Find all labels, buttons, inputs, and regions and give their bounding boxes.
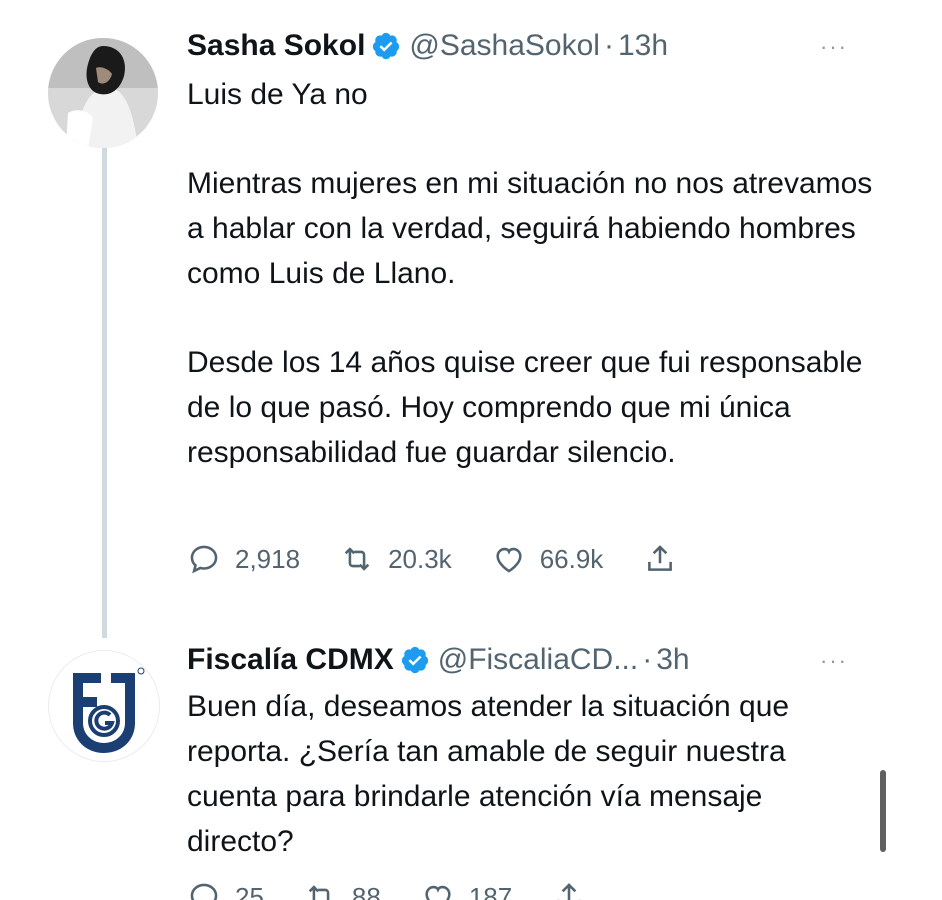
share-button[interactable]	[643, 542, 691, 576]
fiscalia-logo	[49, 651, 159, 761]
tweet-fiscalia-cdmx[interactable]: Fiscalía CDMX @FiscaliaCD... · 3h ··· Bu…	[0, 640, 942, 900]
author-name[interactable]: Sasha Sokol	[187, 28, 365, 64]
verified-icon	[371, 31, 401, 61]
like-icon	[425, 885, 451, 900]
tweet-text: Buen día, deseamos atender la situación …	[187, 690, 790, 858]
reply-button[interactable]: 2,918	[187, 542, 300, 576]
tweet-actions: 2,918 20.3k 66.9k	[187, 542, 731, 576]
like-count: 66.9k	[539, 543, 604, 574]
retweet-count: 20.3k	[388, 543, 452, 574]
reply-button[interactable]: 25	[187, 880, 264, 900]
tweet-time[interactable]: 13h	[618, 28, 668, 64]
tweet-sasha-sokol[interactable]: Sasha Sokol @SashaSokol · 13h ··· Luis d…	[0, 0, 942, 640]
share-icon	[557, 883, 582, 900]
like-count: 187	[468, 881, 513, 900]
verified-icon	[400, 645, 430, 675]
retweet-button[interactable]: 88	[304, 880, 381, 900]
retweet-button[interactable]: 20.3k	[340, 542, 452, 576]
avatar-photo	[48, 38, 158, 148]
reply-count: 25	[235, 881, 264, 900]
thread-line	[102, 148, 107, 638]
like-button[interactable]: 66.9k	[492, 542, 604, 576]
tweet-actions-clipped: 25 88 187	[0, 880, 942, 900]
more-icon[interactable]: ···	[820, 34, 848, 60]
tweet-paragraph: Desde los 14 años quise creer que fui re…	[187, 346, 863, 469]
tweet-actions: 25 88 187	[187, 880, 640, 900]
separator-dot: ·	[603, 29, 614, 62]
scrollbar[interactable]	[880, 770, 886, 852]
more-icon[interactable]: ···	[820, 648, 848, 674]
tweet-time[interactable]: 3h	[656, 642, 689, 678]
share-icon	[648, 545, 673, 571]
share-button[interactable]	[552, 880, 600, 900]
reply-icon	[190, 883, 218, 900]
avatar-sasha-sokol[interactable]	[48, 38, 158, 148]
tweet-header: Sasha Sokol @SashaSokol · 13h	[187, 28, 668, 64]
tweet-paragraph: Luis de Ya no	[187, 78, 368, 111]
author-handle[interactable]: @FiscaliaCD...	[438, 642, 638, 678]
reply-count: 2,918	[235, 543, 301, 574]
like-icon	[496, 547, 522, 573]
author-handle[interactable]: @SashaSokol	[409, 28, 600, 64]
like-button[interactable]: 187	[421, 880, 512, 900]
retweet-icon	[308, 885, 330, 900]
tweet-paragraph: Mientras mujeres en mi situación no nos …	[187, 167, 873, 290]
tweet-text: Luis de Ya no Mientras mujeres en mi sit…	[187, 72, 877, 475]
tweet-header: Fiscalía CDMX @FiscaliaCD... · 3h	[187, 642, 690, 678]
avatar-fiscalia-cdmx[interactable]	[48, 650, 160, 762]
author-name[interactable]: Fiscalía CDMX	[187, 642, 394, 678]
retweet-icon	[344, 547, 370, 571]
retweet-count: 88	[351, 881, 381, 900]
reply-icon	[190, 545, 218, 574]
separator-dot: ·	[642, 643, 653, 676]
